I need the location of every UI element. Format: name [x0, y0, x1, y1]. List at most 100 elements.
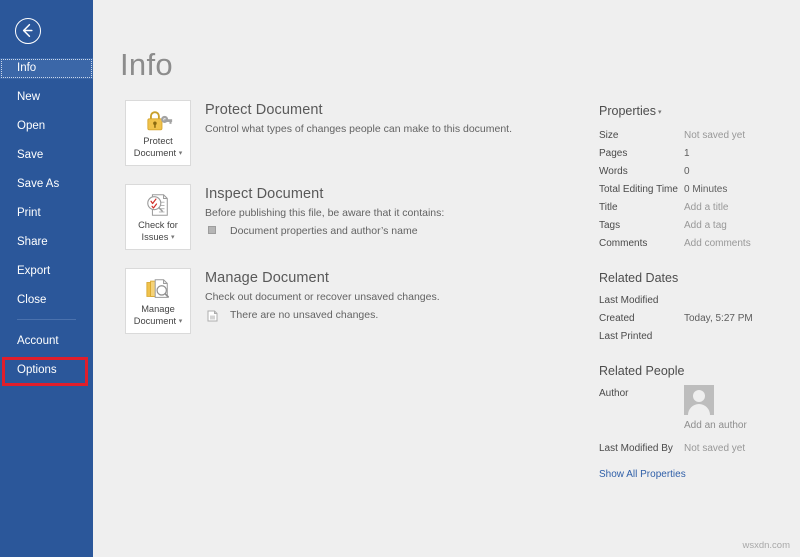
property-value: Today, 5:27 PM [684, 313, 753, 324]
properties-heading[interactable]: Properties ▾ [599, 104, 800, 118]
sidebar-item-label: Account [17, 335, 59, 347]
sidebar-divider [17, 319, 76, 320]
property-row-pages: Pages 1 [599, 145, 800, 163]
button-label-line2: Issues [141, 231, 169, 242]
sidebar-item-label: Open [17, 120, 46, 132]
sidebar-item-label: Share [17, 236, 48, 248]
button-label-line1: Manage [141, 304, 175, 314]
property-key: Total Editing Time [599, 184, 678, 195]
properties-heading-label: Properties [599, 104, 656, 118]
related-people-heading: Related People [599, 364, 685, 378]
sidebar-item-label: Info [17, 62, 37, 74]
card-title: Inspect Document [205, 186, 324, 202]
property-value[interactable]: Add a tag [684, 217, 727, 235]
sidebar-item-label: Print [17, 207, 41, 219]
avatar-head [693, 390, 705, 402]
property-row-total-editing-time: Total Editing Time 0 Minutes [599, 181, 800, 199]
chevron-down-icon[interactable]: ▾ [179, 150, 183, 157]
property-key: Words [599, 166, 628, 177]
inspect-note-row: Document properties and author’s name [205, 225, 595, 237]
chevron-down-icon[interactable]: ▾ [658, 109, 662, 116]
manage-document-card: Manage Document ▾ Manage Document Check … [125, 268, 595, 334]
square-bullet-icon [205, 226, 219, 234]
avatar [684, 385, 714, 415]
show-all-properties-link[interactable]: Show All Properties [599, 469, 686, 480]
author-row: Author [599, 385, 800, 415]
author-key: Author [599, 388, 629, 399]
manage-document-button[interactable]: Manage Document ▾ [125, 268, 191, 334]
card-title: Manage Document [205, 270, 330, 286]
manage-document-button-label: Manage Document ▾ [126, 304, 190, 327]
protect-document-text: Protect Document Control what types of c… [205, 100, 595, 136]
button-label-line1: Check for [138, 220, 178, 230]
inspect-note-text: Document properties and author’s name [230, 225, 418, 237]
property-key: Last Printed [599, 331, 653, 342]
property-value[interactable]: Add a title [684, 199, 728, 217]
watermark: wsxdn.com [742, 540, 790, 551]
protect-document-button[interactable]: Protect Document ▾ [125, 100, 191, 166]
property-row-title: Title Add a title [599, 199, 800, 217]
manage-documents-icon [126, 274, 190, 304]
sidebar-item-label: Save As [17, 178, 60, 190]
sidebar-item-save[interactable]: Save [0, 145, 93, 166]
sidebar-item-options[interactable]: Options [0, 360, 93, 381]
document-inspect-icon [126, 190, 190, 220]
related-date-row-last-modified: Last Modified [599, 292, 800, 310]
card-description: Before publishing this file, be aware th… [205, 207, 445, 219]
property-value: 1 [684, 148, 690, 159]
card-description: Check out document or recover unsaved ch… [205, 291, 440, 303]
sidebar-item-label: Export [17, 265, 51, 277]
protect-document-button-label: Protect Document ▾ [126, 136, 190, 159]
button-label-line2: Document [133, 315, 177, 326]
back-arrow-icon[interactable] [15, 18, 41, 44]
check-for-issues-button-label: Check for Issues ▾ [126, 220, 190, 243]
button-label-line1: Protect [143, 136, 173, 146]
property-key: Last Modified By [599, 443, 673, 454]
sidebar-item-account[interactable]: Account [0, 331, 93, 352]
word-backstage-window: Document21 - Word Info New Open Save [0, 0, 800, 557]
property-key: Comments [599, 238, 648, 249]
property-key: Last Modified [599, 295, 659, 306]
sidebar-item-export[interactable]: Export [0, 261, 93, 282]
sidebar-item-share[interactable]: Share [0, 232, 93, 253]
sidebar-item-info[interactable]: Info [0, 58, 93, 79]
info-actions-list: Protect Document ▾ Protect Document Cont… [125, 100, 595, 352]
sidebar-item-open[interactable]: Open [0, 116, 93, 137]
sidebar-item-close[interactable]: Close [0, 290, 93, 311]
related-date-row-created: Created Today, 5:27 PM [599, 310, 800, 328]
card-description: Control what types of changes people can… [205, 123, 513, 135]
properties-panel: Properties ▾ Size Not saved yet Pages 1 W… [599, 104, 800, 482]
backstage-sidebar: Info New Open Save Save As Print Share E… [0, 0, 93, 557]
backstage-content: Info Protect Document ▾ Protect Document… [93, 0, 800, 557]
add-author-field[interactable]: Add an author [684, 418, 800, 434]
check-for-issues-button[interactable]: Check for Issues ▾ [125, 184, 191, 250]
property-row-comments: Comments Add comments [599, 235, 800, 253]
property-key: Title [599, 202, 618, 213]
property-key: Size [599, 130, 619, 141]
property-row-tags: Tags Add a tag [599, 217, 800, 235]
manage-note-row: There are no unsaved changes. [205, 309, 595, 322]
sidebar-item-label: New [17, 91, 41, 103]
chevron-down-icon[interactable]: ▾ [179, 318, 183, 325]
property-value[interactable]: Not saved yet [684, 127, 745, 145]
inspect-document-text: Inspect Document Before publishing this … [205, 184, 595, 237]
unsaved-document-icon [205, 310, 219, 322]
sidebar-item-print[interactable]: Print [0, 203, 93, 224]
related-date-row-last-printed: Last Printed [599, 328, 800, 346]
avatar-body [688, 404, 710, 415]
sidebar-item-label: Save [17, 149, 44, 161]
property-value[interactable]: Add comments [684, 235, 751, 253]
last-modified-by-row: Last Modified By Not saved yet [599, 440, 800, 458]
sidebar-nav: Info New Open Save Save As Print Share E… [0, 58, 93, 389]
lock-and-key-icon [126, 106, 190, 136]
manage-note-text: There are no unsaved changes. [230, 309, 379, 321]
chevron-down-icon[interactable]: ▾ [171, 234, 175, 241]
sidebar-item-save-as[interactable]: Save As [0, 174, 93, 195]
sidebar-item-new[interactable]: New [0, 87, 93, 108]
property-key: Tags [599, 220, 621, 231]
property-key: Created [599, 313, 635, 324]
manage-document-text: Manage Document Check out document or re… [205, 268, 595, 322]
property-value: 0 Minutes [684, 184, 728, 195]
related-dates-heading: Related Dates [599, 271, 679, 285]
sidebar-item-label: Close [17, 294, 47, 306]
